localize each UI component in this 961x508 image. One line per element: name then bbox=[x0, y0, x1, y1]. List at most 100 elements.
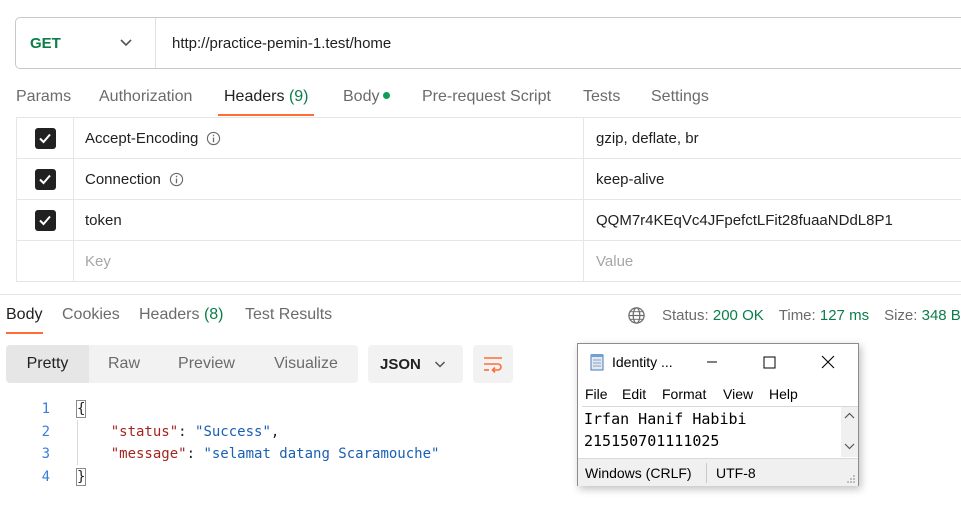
code-line: 3 "message": "selamat datang Scaramouche… bbox=[0, 443, 580, 466]
url-input[interactable]: http://practice-pemin-1.test/home bbox=[156, 35, 391, 52]
notepad-title: Identity ... bbox=[612, 354, 673, 370]
line-number: 4 bbox=[41, 468, 50, 485]
view-mode-toggle: Pretty Raw Preview Visualize bbox=[6, 345, 358, 383]
header-key-cell[interactable]: token bbox=[74, 200, 584, 240]
value-placeholder: Value bbox=[596, 252, 634, 270]
code-text: { bbox=[75, 398, 87, 421]
notepad-statusbar: Windows (CRLF) UTF-8 bbox=[578, 458, 858, 486]
vertical-scrollbar[interactable] bbox=[841, 407, 858, 457]
tab-body-label: Body bbox=[343, 88, 380, 105]
notepad-icon bbox=[590, 354, 604, 371]
tab-response-body[interactable]: Body bbox=[6, 306, 42, 324]
pane-divider[interactable] bbox=[0, 282, 961, 295]
notepad-line-1: Irfan Hanif Habibi bbox=[584, 410, 747, 428]
new-key-input[interactable]: Key bbox=[74, 241, 584, 281]
key-placeholder: Key bbox=[85, 252, 111, 270]
status-value[interactable]: 200 OK bbox=[713, 307, 764, 324]
tab-response-headers-label: Headers bbox=[139, 306, 200, 323]
table-row: token QQM7r4KEqVc4JFpefctLFit28fuaaNDdL8… bbox=[16, 200, 961, 241]
format-select[interactable]: JSON bbox=[368, 345, 463, 383]
preview-button[interactable]: Preview bbox=[159, 345, 254, 383]
code-line: 4 } bbox=[0, 466, 580, 489]
menu-file[interactable]: File bbox=[585, 386, 608, 402]
tab-prerequest-script[interactable]: Pre-request Script bbox=[422, 88, 551, 106]
close-button[interactable] bbox=[816, 350, 840, 374]
tab-params[interactable]: Params bbox=[16, 88, 71, 106]
minimize-button[interactable] bbox=[700, 350, 724, 374]
notepad-text-area[interactable]: Irfan Hanif Habibi 215150701111025 bbox=[582, 406, 858, 457]
active-response-tab-indicator bbox=[6, 332, 43, 334]
tab-tests[interactable]: Tests bbox=[583, 88, 620, 106]
line-ending-status: Windows (CRLF) bbox=[585, 465, 692, 481]
raw-button[interactable]: Raw bbox=[89, 345, 159, 383]
size-value[interactable]: 348 B bbox=[922, 307, 961, 324]
close-icon bbox=[821, 355, 835, 369]
enabled-checkbox[interactable] bbox=[34, 168, 56, 190]
table-row-new: Key Value bbox=[16, 241, 961, 282]
response-status-area: Status: 200 OK Time: 127 ms Size: 348 B bbox=[627, 306, 961, 325]
code-text: "message": "selamat datang Scaramouche" bbox=[110, 446, 440, 462]
code-text: } bbox=[75, 466, 87, 489]
row-checkbox-cell bbox=[16, 159, 74, 199]
line-number: 1 bbox=[41, 401, 50, 417]
notepad-window: Identity ... File Edit Format View Help … bbox=[577, 343, 859, 486]
line-number: 2 bbox=[41, 423, 50, 440]
row-checkbox-cell bbox=[16, 200, 74, 240]
status-label: Status: bbox=[662, 307, 709, 324]
method-select[interactable]: GET bbox=[16, 18, 156, 68]
tab-settings[interactable]: Settings bbox=[651, 88, 709, 106]
notepad-text: Irfan Hanif Habibi 215150701111025 bbox=[584, 408, 747, 452]
pretty-button[interactable]: Pretty bbox=[6, 345, 89, 383]
enabled-checkbox[interactable] bbox=[34, 209, 56, 231]
header-key: Accept-Encoding bbox=[85, 129, 199, 147]
statusbar-divider bbox=[706, 463, 707, 483]
header-key-cell[interactable]: Accept-Encoding bbox=[74, 118, 584, 158]
active-tab-indicator bbox=[218, 114, 314, 116]
header-key: token bbox=[85, 211, 122, 229]
chevron-down-icon bbox=[120, 39, 132, 47]
request-url-bar: GET http://practice-pemin-1.test/home bbox=[15, 17, 961, 69]
menu-format[interactable]: Format bbox=[662, 386, 706, 402]
wrap-lines-button[interactable] bbox=[473, 345, 513, 383]
menu-view[interactable]: View bbox=[723, 386, 753, 402]
tab-headers[interactable]: Headers (9) bbox=[224, 88, 309, 106]
maximize-button[interactable] bbox=[757, 350, 781, 374]
time-value[interactable]: 127 ms bbox=[820, 307, 869, 324]
globe-icon[interactable] bbox=[627, 306, 646, 325]
tab-response-headers[interactable]: Headers (8) bbox=[139, 306, 224, 324]
tab-cookies[interactable]: Cookies bbox=[62, 306, 120, 324]
minimize-icon bbox=[707, 361, 717, 363]
header-value-cell[interactable]: QQM7r4KEqVc4JFpefctLFit28fuaaNDdL8P1 bbox=[584, 200, 961, 240]
indent-guide bbox=[77, 420, 78, 465]
notepad-titlebar[interactable]: Identity ... bbox=[578, 344, 858, 380]
line-number: 3 bbox=[41, 446, 50, 462]
info-icon[interactable] bbox=[169, 172, 184, 187]
time-label: Time: bbox=[778, 307, 816, 324]
tab-response-headers-count: (8) bbox=[203, 306, 224, 323]
header-value-cell[interactable]: keep-alive bbox=[584, 159, 961, 199]
notepad-menubar: File Edit Format View Help bbox=[578, 384, 858, 406]
info-icon[interactable] bbox=[206, 131, 221, 146]
response-body-code[interactable]: 1 { 2 "status": "Success", 3 "message": … bbox=[0, 398, 580, 488]
json-key: "status" bbox=[110, 423, 179, 440]
header-value-cell[interactable]: gzip, deflate, br bbox=[584, 118, 961, 158]
format-select-label: JSON bbox=[380, 355, 421, 373]
tab-authorization[interactable]: Authorization bbox=[99, 88, 192, 106]
header-value: gzip, deflate, br bbox=[596, 129, 699, 147]
checkmark-icon bbox=[39, 133, 51, 144]
visualize-button[interactable]: Visualize bbox=[254, 345, 358, 383]
resize-grip-icon[interactable] bbox=[846, 474, 856, 484]
body-indicator-dot bbox=[383, 91, 391, 99]
wrap-lines-icon bbox=[484, 357, 502, 373]
header-key-cell[interactable]: Connection bbox=[74, 159, 584, 199]
new-value-input[interactable]: Value bbox=[584, 241, 961, 281]
chevron-down-icon bbox=[434, 361, 446, 368]
menu-help[interactable]: Help bbox=[769, 386, 798, 402]
tab-test-results[interactable]: Test Results bbox=[245, 306, 332, 324]
enabled-checkbox[interactable] bbox=[34, 127, 56, 149]
menu-edit[interactable]: Edit bbox=[622, 386, 646, 402]
maximize-icon bbox=[763, 356, 775, 368]
table-row: Accept-Encoding gzip, deflate, br bbox=[16, 118, 961, 159]
tab-body[interactable]: Body bbox=[343, 88, 391, 106]
tab-headers-count: (9) bbox=[288, 88, 309, 105]
